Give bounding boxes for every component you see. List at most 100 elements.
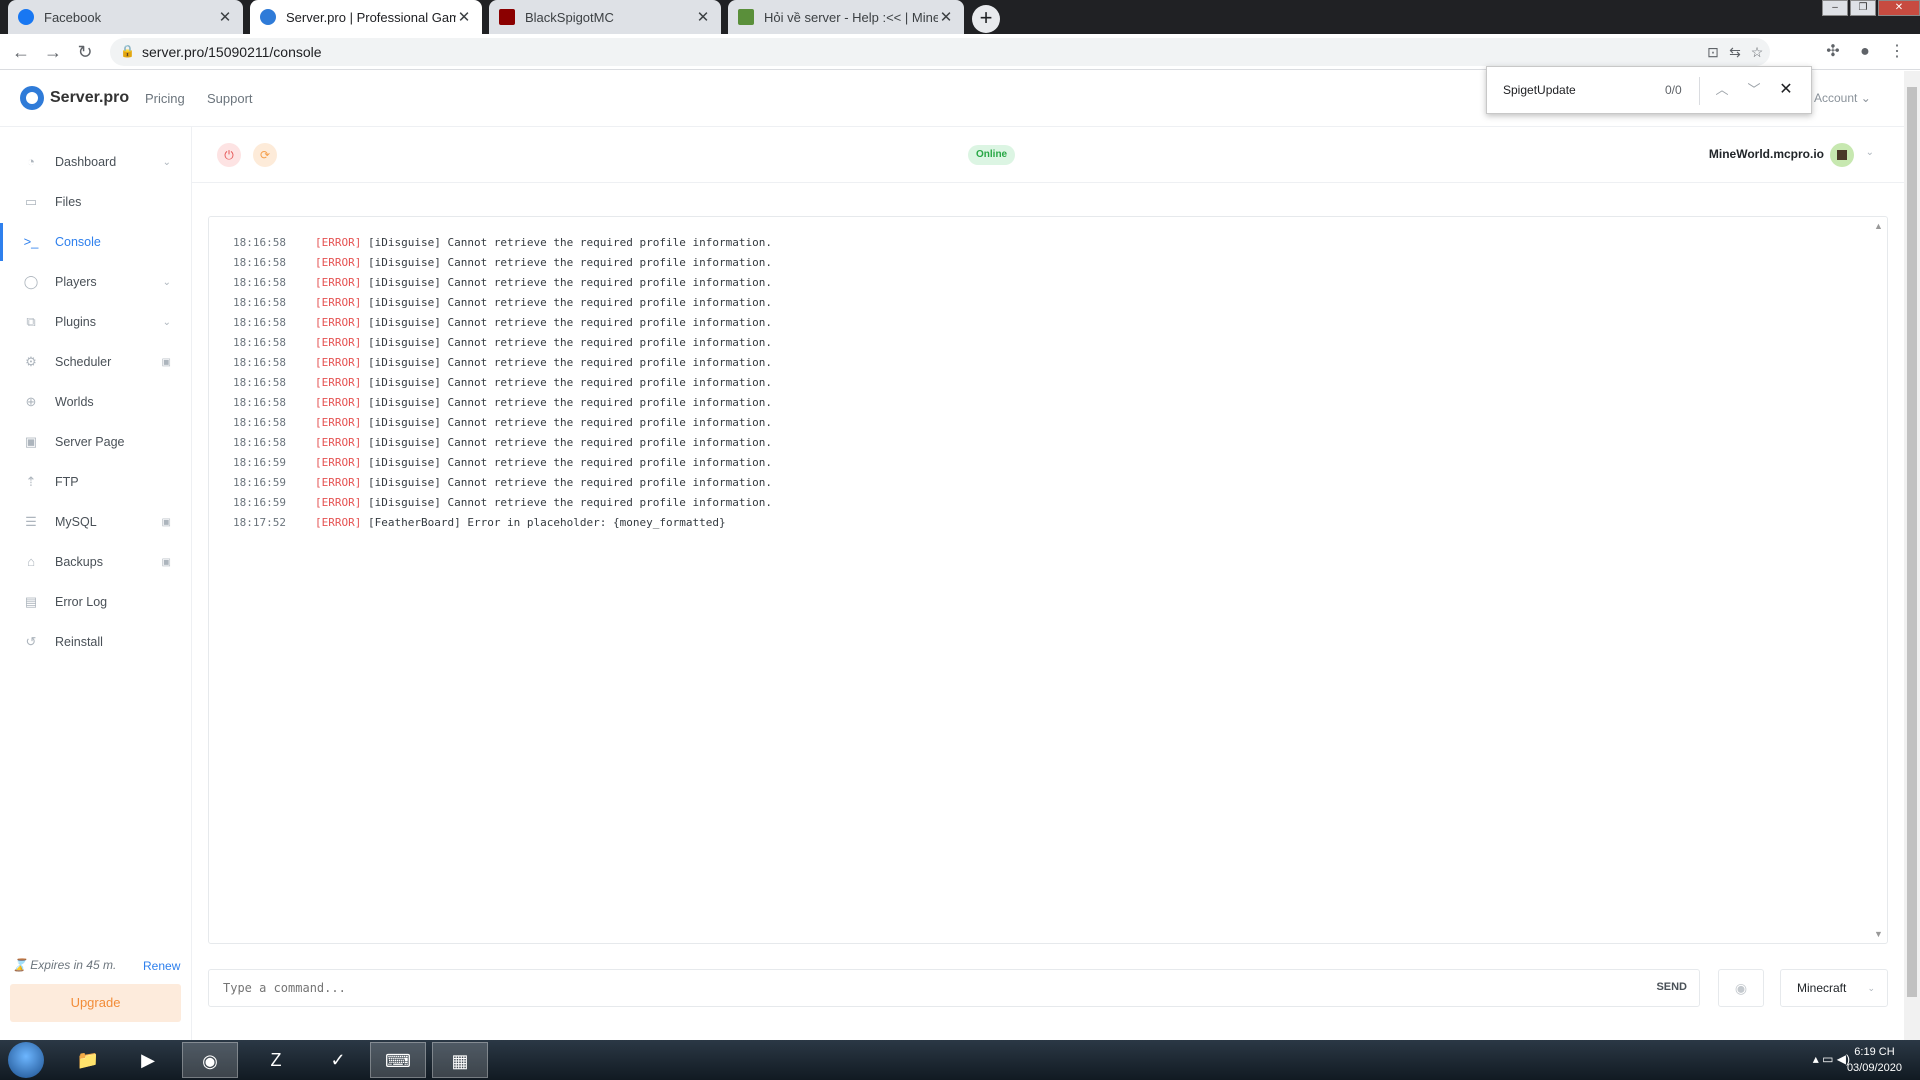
chevron-down-icon[interactable]: ﹀ [1743,79,1765,101]
console-level: [ERROR] [315,316,362,329]
renew-link[interactable]: Renew [143,959,180,973]
start-button[interactable] [8,1042,44,1078]
console-message: [iDisguise] Cannot retrieve the required… [367,356,772,369]
sidebar-item-mysql[interactable]: ☰ MySQL ▣ [0,503,191,541]
upgrade-button[interactable]: Upgrade [10,984,181,1022]
star-icon[interactable]: ☆ [1748,43,1766,61]
maximize-button[interactable]: ❐ [1850,0,1876,16]
sidebar-item-error-log[interactable]: ▤ Error Log [0,583,191,621]
close-icon[interactable]: ✕ [938,8,954,26]
minimize-button[interactable]: – [1822,0,1848,16]
nav-support[interactable]: Support [207,91,253,106]
sidebar-item-backups[interactable]: ⌂ Backups ▣ [0,543,191,581]
console-timestamp: 18:16:59 [233,496,286,509]
sidebar-item-players[interactable]: ◯ Players ⌄ [0,263,191,301]
command-input[interactable] [223,970,1523,1006]
sidebar-item-reinstall[interactable]: ↺ Reinstall [0,623,191,661]
scroll-up-icon[interactable]: ▲ [1874,221,1883,231]
file-explorer-icon[interactable]: 📁 [60,1042,116,1078]
sidebar-item-label: Console [55,235,101,249]
scrollbar-thumb[interactable] [1907,87,1917,997]
keyboard-icon[interactable]: ⌨ [370,1042,426,1078]
back-icon[interactable]: ← [10,41,32,63]
console-timestamp: 18:16:58 [233,236,286,249]
zalo-icon[interactable]: Z [248,1042,304,1078]
translate-icon[interactable]: ⇆ [1726,43,1744,61]
sidebar-item-label: Plugins [55,315,96,329]
address-bar[interactable]: 🔒 server.pro/15090211/console ⊡ ⇆ ☆ [110,38,1770,66]
sidebar-item-files[interactable]: ▭ Files [0,183,191,221]
lock-icon: ▣ [161,556,171,568]
account-menu[interactable]: Account ⌄ [1814,91,1871,105]
backup-icon: ⌂ [27,554,35,569]
menu-icon[interactable]: ⋮ [1886,41,1908,63]
logo[interactable]: Server.pro [20,86,129,110]
sidebar-item-ftp[interactable]: ⇡ FTP [0,463,191,501]
clock-date: 03/09/2020 [1846,1062,1902,1074]
chevron-up-icon[interactable]: ︿ [1711,79,1733,101]
close-icon[interactable]: ✕ [695,8,711,26]
server-type-select[interactable]: Minecraft ⌄ [1780,969,1888,1007]
reload-icon[interactable]: ↻ [74,41,96,63]
console-message: [iDisguise] Cannot retrieve the required… [367,436,772,449]
sidebar-item-label: Files [55,195,82,209]
tab-blackspigot[interactable]: BlackSpigotMC ✕ [489,0,721,34]
tab-facebook[interactable]: Facebook ✕ [8,0,243,34]
sidebar-item-dashboard[interactable]: ◔ Dashboard ⌄ [0,143,191,181]
tab-title: BlackSpigotMC [525,9,614,25]
sidebar-item-server-page[interactable]: ▣ Server Page [0,423,191,461]
sidebar-item-worlds[interactable]: ⊕ Worlds [0,383,191,421]
find-input[interactable]: SpigetUpdate [1503,83,1576,97]
windows-taskbar: 📁 ▶ ◉ Z ✓ ⌨ ▦ ▴ ▭ ◀) 6:19 CH 03/09/2020 [0,1040,1920,1080]
minecraft-launcher-icon[interactable]: ▦ [432,1042,488,1078]
find-icon[interactable]: ⊡ [1704,43,1722,61]
power-button[interactable]: ⏻ [217,143,241,167]
extensions-icon[interactable]: ✣ [1822,41,1844,63]
forward-icon[interactable]: → [42,41,64,63]
chevron-down-icon[interactable]: ⌄ [1866,147,1874,158]
chrome-icon[interactable]: ◉ [182,1042,238,1078]
server-page-icon: ▣ [24,434,38,449]
send-button[interactable]: SEND [1656,981,1687,993]
folder-icon: ▭ [24,194,38,209]
close-icon[interactable]: ✕ [456,8,472,26]
console-timestamp: 18:17:52 [233,516,286,529]
clock[interactable]: 6:19 CH 03/09/2020 [1847,1044,1902,1076]
new-tab-button[interactable]: + [972,5,1000,33]
page-scrollbar[interactable] [1904,71,1920,1040]
plugin-icon: ⧉ [26,314,36,329]
console-timestamp: 18:16:58 [233,336,286,349]
console-message: [iDisguise] Cannot retrieve the required… [367,336,772,349]
console-timestamp: 18:16:58 [233,296,286,309]
sidebar-item-label: Players [55,275,97,289]
console-line: 18:16:58 [ERROR] [iDisguise] Cannot retri… [233,293,772,313]
window-close-button[interactable]: ✕ [1878,0,1920,16]
eye-icon[interactable]: ◉ [1718,969,1764,1007]
media-player-icon[interactable]: ▶ [120,1042,176,1078]
app-icon[interactable]: ✓ [310,1042,366,1078]
console-timestamp: 18:16:58 [233,376,286,389]
find-count: 0/0 [1665,83,1682,97]
console-line: 18:16:59 [ERROR] [iDisguise] Cannot retri… [233,453,772,473]
close-icon[interactable]: ✕ [1775,79,1797,101]
profile-icon[interactable]: ● [1854,41,1876,63]
sidebar-item-console[interactable]: >_ Console [0,223,191,261]
server-address[interactable]: MineWorld.mcpro.io [1709,147,1824,161]
url-text[interactable]: server.pro/15090211/console [142,44,322,60]
restart-button[interactable]: ⟳ [253,143,277,167]
system-tray[interactable]: ▴ ▭ ◀) [1813,1052,1850,1066]
tab-title: Server.pro | Professional Game S [286,9,456,25]
console-message: [iDisguise] Cannot retrieve the required… [367,376,772,389]
tab-minecraft-forum[interactable]: Hỏi về server - Help :<< | Minecr ✕ [728,0,964,34]
sidebar-item-plugins[interactable]: ⧉ Plugins ⌄ [0,303,191,341]
nav-pricing[interactable]: Pricing [145,91,185,106]
minecraft-server-icon[interactable] [1830,143,1854,167]
console-output[interactable]: 18:16:58 [ERROR] [iDisguise] Cannot retri… [208,216,1888,944]
scroll-down-icon[interactable]: ▼ [1874,929,1883,939]
tab-serverpro[interactable]: Server.pro | Professional Game S ✕ [250,0,482,34]
console-scrollbar[interactable]: ▲ ▼ [1871,217,1887,943]
close-icon[interactable]: ✕ [217,8,233,26]
sidebar-item-label: Dashboard [55,155,117,169]
sidebar-item-scheduler[interactable]: ⚙ Scheduler ▣ [0,343,191,381]
chevron-down-icon: ⌄ [162,316,171,328]
